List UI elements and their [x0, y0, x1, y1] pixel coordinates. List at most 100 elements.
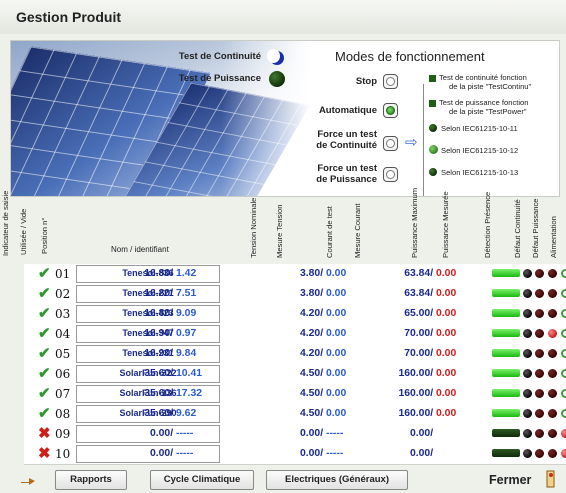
- led-alimentation: [561, 449, 566, 458]
- mode-force-puissance-radio[interactable]: [383, 167, 398, 182]
- puissance-cell: 0.00/: [409, 448, 436, 459]
- check-icon[interactable]: ✔: [38, 286, 51, 301]
- check-icon[interactable]: ✔: [38, 306, 51, 321]
- position-number: 09: [55, 427, 71, 441]
- desc-indicator-3: [429, 124, 437, 132]
- desc-iec-11: Selon IEC61215-10-11: [441, 124, 518, 133]
- tension-cell: 16.80/ 7.51: [144, 288, 204, 299]
- led-alimentation: [561, 329, 566, 338]
- exit-icon[interactable]: [546, 470, 556, 488]
- electriques-button[interactable]: Electriques (Généraux): [266, 470, 408, 490]
- led-presence-dot: [523, 349, 532, 358]
- mesure-tension: -----: [176, 448, 194, 459]
- table-row[interactable]: ✔ 07 SolarFun-136 35.60/ 17.32 4.50/ 0.00 160…: [24, 384, 566, 405]
- puissance-cell: 70.00/ 0.00: [404, 328, 457, 339]
- tension-cell: 16.80/ 9.09: [144, 308, 204, 319]
- courant-cell: 3.80/ 0.00: [300, 268, 354, 279]
- bracket-divider: [423, 84, 428, 196]
- puissance-mesuree: 0.00: [436, 288, 457, 299]
- position-number: 05: [55, 347, 71, 361]
- led-defaut-continuite: [535, 289, 544, 298]
- tension-nominale: 16.90: [144, 328, 171, 339]
- puissance-max: 63.84: [404, 288, 431, 299]
- check-icon[interactable]: ✔: [38, 366, 51, 381]
- puissance-max: 160.00: [398, 368, 431, 379]
- table-row[interactable]: ✔ 03 Tenesol-423 16.80/ 9.09 4.20/ 0.00 65.00…: [24, 304, 566, 325]
- table-row[interactable]: ✔ 01 Tenesol-836 16.80/ 1.42 3.80/ 0.00 63.84…: [24, 264, 566, 285]
- hdr-indicateur: Indicateur de saisie: [1, 190, 10, 256]
- courant-cell: 4.50/ 0.00: [300, 388, 354, 399]
- tension-nominale: 35.60: [144, 388, 171, 399]
- led-presence-dot: [523, 309, 532, 318]
- desc-indicator-2: [429, 100, 436, 107]
- hdr-puissance-max: Puissance Maximum: [410, 187, 419, 258]
- position-number: 02: [55, 287, 71, 301]
- courant-test: 3.80: [299, 288, 321, 299]
- position-number: 06: [55, 367, 71, 381]
- presence-bar: [492, 429, 520, 437]
- courant-test: 4.20: [299, 328, 321, 339]
- courant-cell: 3.80/ 0.00: [300, 288, 354, 299]
- table-row[interactable]: ✔ 05 Tenesol-231 16.90/ 9.84 4.20/ 0.00 70.00…: [24, 344, 566, 365]
- led-alimentation: [561, 269, 566, 278]
- footer-bar: Rapports Cycle Climatique Electriques (G…: [0, 460, 566, 493]
- desc-continuite: Test de continuité fonction de la piste …: [439, 73, 532, 91]
- puissance-mesuree: 0.00: [436, 308, 457, 319]
- tension-nominale: 35.60: [144, 368, 171, 379]
- puissance-max: 65.00: [404, 308, 431, 319]
- mesure-courant: 0.00: [326, 348, 347, 359]
- tension-cell: 0.00/ -----: [150, 428, 204, 439]
- tension-cell: 35.60/ 9.62: [144, 408, 204, 419]
- hdr-courant-test: Courant de test: [325, 206, 334, 258]
- check-icon[interactable]: ✔: [38, 326, 51, 341]
- mesure-tension: 1.42: [176, 268, 197, 279]
- mesure-courant: -----: [326, 428, 344, 439]
- table-row[interactable]: ✔ 08 SolarFun-290 35.60/ 9.62 4.50/ 0.00 160.…: [24, 404, 566, 425]
- desc-indicator-5: [429, 168, 437, 176]
- mesure-tension: 10.41: [176, 368, 203, 379]
- table-row[interactable]: ✔ 04 Tenesol-347 16.90/ 0.97 4.20/ 0.00 70.00…: [24, 324, 566, 345]
- moon-icon: [267, 49, 284, 65]
- test-continuite-label: Test de Continuité: [178, 51, 261, 62]
- mode-stop-label: Stop: [355, 76, 377, 87]
- cycle-climatique-button[interactable]: Cycle Climatique: [150, 470, 254, 490]
- check-icon[interactable]: ✔: [38, 346, 51, 361]
- led-defaut-puissance: [548, 269, 557, 278]
- mode-force-continuite-radio[interactable]: [383, 136, 398, 151]
- puissance-cell: 65.00/ 0.00: [404, 308, 457, 319]
- puissance-max: 70.00: [404, 348, 431, 359]
- led-defaut-continuite: [535, 389, 544, 398]
- tension-nominale: 16.80: [144, 268, 171, 279]
- puissance-cell: 63.84/ 0.00: [404, 288, 457, 299]
- mesure-courant: 0.00: [326, 268, 347, 279]
- mesure-tension: -----: [176, 428, 194, 439]
- table-row[interactable]: ✖ 09 0.00/ ----- 0.00/ ----- 0.00/: [24, 424, 566, 445]
- mesure-tension: 9.09: [176, 308, 197, 319]
- cross-icon[interactable]: ✖: [38, 426, 51, 441]
- tension-nominale: 16.90: [144, 348, 171, 359]
- presence-bar: [492, 329, 520, 337]
- table-row[interactable]: ✔ 06 SolarFun-322 35.60/ 10.41 4.50/ 0.00 160…: [24, 364, 566, 385]
- presence-bar: [492, 389, 520, 397]
- check-icon[interactable]: ✔: [38, 406, 51, 421]
- mode-stop-radio[interactable]: [383, 74, 398, 89]
- tension-cell: 35.60/ 17.32: [144, 388, 203, 399]
- cross-icon[interactable]: ✖: [38, 446, 51, 461]
- presence-bar: [492, 409, 520, 417]
- hdr-position: Position n°: [40, 217, 49, 254]
- courant-test: 4.50: [299, 408, 321, 419]
- position-number: 01: [55, 267, 71, 281]
- check-icon[interactable]: ✔: [38, 386, 51, 401]
- mode-auto-radio[interactable]: [383, 103, 398, 118]
- tension-cell: 16.80/ 1.42: [144, 268, 204, 279]
- table-row[interactable]: ✔ 02 Tenesol-221 16.80/ 7.51 3.80/ 0.00 63.84…: [24, 284, 566, 305]
- fermer-button[interactable]: Fermer: [489, 473, 531, 487]
- led-presence-dot: [523, 449, 532, 458]
- rapports-button[interactable]: Rapports: [55, 470, 127, 490]
- led-defaut-continuite: [535, 269, 544, 278]
- mode-auto-label: Automatique: [318, 105, 377, 116]
- check-icon[interactable]: ✔: [38, 266, 51, 281]
- mesure-courant: 0.00: [326, 408, 347, 419]
- position-number: 10: [55, 447, 71, 461]
- led-presence-dot: [523, 429, 532, 438]
